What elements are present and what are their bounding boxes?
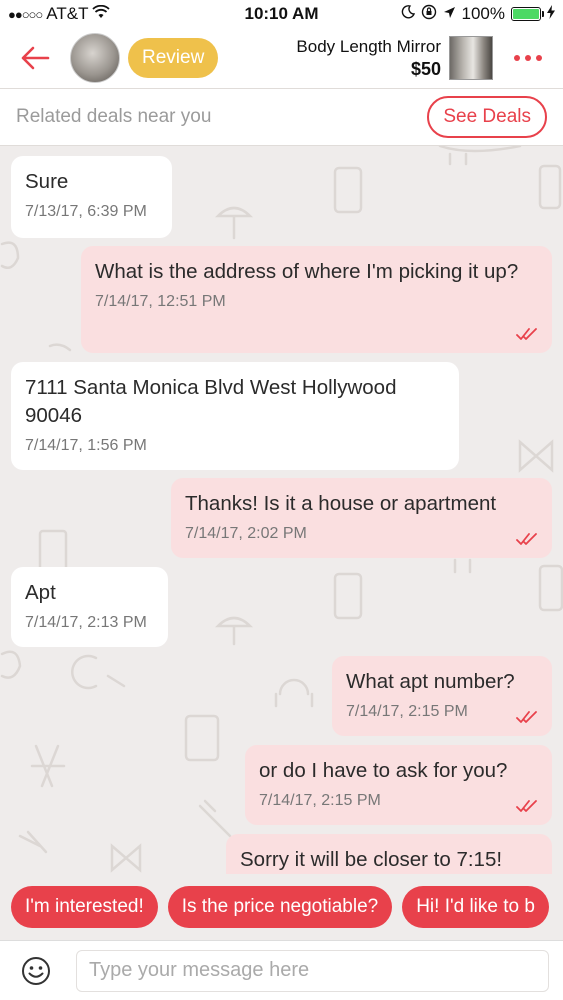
message-timestamp: 7/14/17, 2:15 PM	[346, 703, 468, 720]
location-arrow-icon	[443, 4, 456, 24]
read-receipt-icon	[516, 328, 537, 340]
message-timestamp: 7/14/17, 2:02 PM	[185, 525, 307, 542]
outgoing-message[interactable]: Thanks! Is it a house or apartment 7/14/…	[171, 478, 552, 558]
outgoing-message[interactable]: Sorry it will be closer to 7:15!	[226, 834, 552, 874]
quick-reply-interested[interactable]: I'm interested!	[11, 886, 158, 928]
incoming-message[interactable]: Sure 7/13/17, 6:39 PM	[11, 156, 172, 238]
back-button[interactable]	[0, 28, 70, 88]
review-button[interactable]: Review	[128, 38, 219, 78]
incoming-message[interactable]: 7111 Santa Monica Blvd West Hollywood 90…	[11, 362, 459, 470]
quick-reply-hi[interactable]: Hi! I'd like to b	[402, 886, 549, 928]
message-timestamp: 7/14/17, 1:56 PM	[25, 437, 147, 454]
status-bar: ●●○○○ AT&T 10:10 AM 100%	[0, 0, 563, 28]
read-receipt-icon	[516, 711, 537, 723]
orientation-lock-icon	[421, 4, 437, 25]
quick-reply-price-negotiable[interactable]: Is the price negotiable?	[167, 886, 393, 928]
moon-icon	[401, 4, 415, 24]
see-deals-button[interactable]: See Deals	[427, 96, 547, 138]
incoming-message[interactable]: Apt 7/14/17, 2:13 PM	[11, 567, 168, 647]
message-text: Sorry it will be closer to 7:15!	[240, 848, 503, 871]
message-timestamp: 7/13/17, 6:39 PM	[25, 203, 147, 220]
outgoing-message[interactable]: What apt number? 7/14/17, 2:15 PM	[332, 656, 552, 736]
quick-replies: I'm interested! Is the price negotiable?…	[0, 874, 563, 940]
message-text: Thanks! Is it a house or apartment	[185, 492, 497, 515]
battery-percentage: 100%	[461, 4, 505, 23]
message-text: Apt	[25, 581, 56, 604]
message-text: Sure	[25, 170, 69, 193]
chat-thread[interactable]: Sure 7/13/17, 6:39 PM What is the addres…	[0, 146, 563, 874]
chat-header: Review Body Length Mirror $50	[0, 28, 563, 88]
outgoing-message[interactable]: or do I have to ask for you? 7/14/17, 2:…	[245, 745, 552, 825]
more-options-button[interactable]	[493, 28, 563, 88]
listing-price: $50	[410, 58, 441, 79]
message-text: 7111 Santa Monica Blvd West Hollywood 90…	[25, 376, 397, 427]
read-receipt-icon	[516, 800, 537, 812]
listing-title: Body Length Mirror	[296, 36, 441, 56]
smiley-icon	[22, 956, 50, 985]
message-text: or do I have to ask for you?	[259, 759, 508, 782]
message-text: What apt number?	[346, 670, 515, 693]
message-timestamp: 7/14/17, 2:15 PM	[259, 792, 381, 809]
clock: 10:10 AM	[244, 4, 319, 23]
wifi-icon	[92, 4, 111, 24]
listing-thumbnail[interactable]	[449, 36, 493, 80]
read-receipt-icon	[516, 533, 537, 545]
user-avatar[interactable]	[70, 33, 120, 83]
carrier-name: AT&T	[46, 4, 89, 23]
listing-summary[interactable]: Body Length Mirror $50	[296, 36, 493, 80]
outgoing-message[interactable]: What is the address of where I'm picking…	[81, 246, 552, 353]
message-input[interactable]: Type your message here	[76, 949, 549, 992]
message-timestamp: 7/14/17, 12:51 PM	[95, 293, 226, 310]
related-deals-text: Related deals near you	[16, 106, 212, 127]
related-deals-bar: Related deals near you See Deals	[0, 88, 563, 146]
emoji-button[interactable]	[14, 949, 58, 993]
more-dots-icon	[514, 55, 542, 61]
message-timestamp: 7/14/17, 2:13 PM	[25, 614, 147, 631]
signal-strength-icon: ●●○○○	[8, 6, 43, 22]
battery-icon	[511, 7, 544, 21]
charging-bolt-icon	[547, 4, 555, 24]
message-text: What is the address of where I'm picking…	[95, 260, 519, 283]
arrow-left-icon	[21, 46, 50, 70]
message-composer: Type your message here	[0, 940, 563, 1000]
